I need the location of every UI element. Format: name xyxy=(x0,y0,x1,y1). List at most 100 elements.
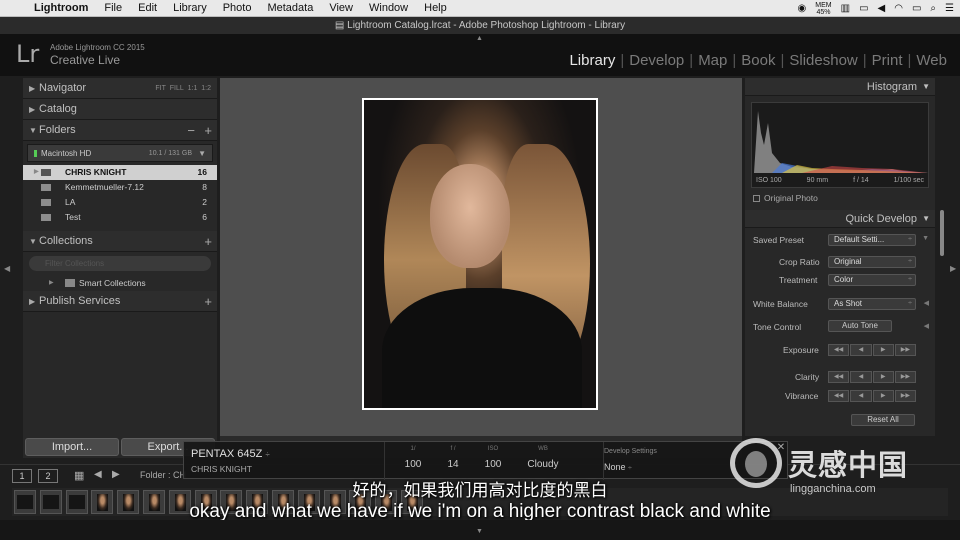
step-down[interactable]: ◀ xyxy=(850,390,872,402)
step-up[interactable]: ▶ xyxy=(872,344,894,356)
creative-cloud-icon[interactable]: ◉ xyxy=(798,3,807,14)
module-develop[interactable]: Develop xyxy=(624,52,689,69)
airplay-icon[interactable]: ▭ xyxy=(859,3,868,14)
search-icon[interactable]: ⌕ xyxy=(930,3,936,14)
saved-preset-select[interactable]: Default Setti... xyxy=(828,234,916,246)
hud-develop-value[interactable]: None ÷ xyxy=(604,462,632,472)
disclosure-icon[interactable]: ▶ xyxy=(49,275,54,291)
top-panel-toggle[interactable]: ▲ xyxy=(476,35,483,42)
step-up[interactable]: ▶ xyxy=(872,390,894,402)
histogram-exposure-info: ISO 100 90 mm f / 14 1/100 sec xyxy=(756,177,924,184)
expand-triangle-icon: ▼ xyxy=(29,237,37,246)
bottom-panel-toggle[interactable]: ▼ xyxy=(476,528,483,535)
step-down-large[interactable]: ◀◀ xyxy=(828,371,850,383)
hud-camera: PENTAX 645Z ÷ xyxy=(191,448,270,460)
module-print[interactable]: Print xyxy=(867,52,908,69)
menu-window[interactable]: Window xyxy=(361,2,416,14)
step-down-large[interactable]: ◀◀ xyxy=(828,390,850,402)
notification-center-icon[interactable]: ☰ xyxy=(945,3,954,14)
main-photo-frame[interactable] xyxy=(362,98,598,410)
collapse-triangle-icon: ▶ xyxy=(29,84,36,93)
white-balance-row: White Balance As Shot ◀ xyxy=(745,297,935,311)
menu-file[interactable]: File xyxy=(96,2,130,14)
histogram-focal: 90 mm xyxy=(806,177,829,184)
module-picker: Library | Develop | Map | Book | Slideshow | … xyxy=(564,52,952,69)
menu-metadata[interactable]: Metadata xyxy=(259,2,321,14)
collection-filter-input[interactable]: Filter Collections xyxy=(29,256,211,271)
step-up-large[interactable]: ▶▶ xyxy=(894,344,916,356)
menu-photo[interactable]: Photo xyxy=(215,2,260,14)
folder-item-la[interactable]: LA 2 xyxy=(23,195,217,210)
window-title: ▤ Lightroom Catalog.lrcat - Adobe Photos… xyxy=(0,17,960,34)
zoom-fit[interactable]: FIT xyxy=(155,85,166,92)
camera-info-hud: PENTAX 645Z ÷ CHRIS KNIGHT 1/100 f /14 I… xyxy=(183,441,788,480)
expand-left-icon[interactable]: ◀ xyxy=(924,322,929,330)
smart-collections-item[interactable]: ▶ Smart Collections xyxy=(23,275,217,291)
remove-folder-icon[interactable]: − xyxy=(187,120,195,141)
battery-icon[interactable]: ▭ xyxy=(912,3,921,14)
zoom-1-2[interactable]: 1:2 xyxy=(201,85,211,92)
step-down[interactable]: ◀ xyxy=(850,344,872,356)
menu-edit[interactable]: Edit xyxy=(130,2,165,14)
auto-tone-button[interactable]: Auto Tone xyxy=(828,320,892,332)
select-arrows-icon: ÷ xyxy=(628,465,632,472)
module-library[interactable]: Library xyxy=(564,52,620,69)
menu-library[interactable]: Library xyxy=(165,2,215,14)
left-panel-toggle[interactable]: ◀ xyxy=(4,264,10,273)
volume-icon[interactable]: ◀ xyxy=(878,3,886,14)
original-photo-checkbox[interactable]: Original Photo xyxy=(753,193,818,203)
module-web[interactable]: Web xyxy=(911,52,952,69)
wifi-icon[interactable]: ◠ xyxy=(894,3,903,14)
watermark-text: 灵感中国 xyxy=(788,448,909,482)
treatment-row: Treatment Color xyxy=(745,273,935,287)
folder-item-kemmetmueller[interactable]: Kemmetmueller-7.12 8 xyxy=(23,180,217,195)
menu-help[interactable]: Help xyxy=(416,2,455,14)
white-balance-select[interactable]: As Shot xyxy=(828,298,916,310)
folder-item-chris-knight[interactable]: ▶ CHRIS KNIGHT 16 xyxy=(23,165,217,180)
add-folder-icon[interactable]: + xyxy=(204,120,212,141)
folder-icon xyxy=(41,214,51,221)
activity-icon[interactable]: ▥ xyxy=(841,3,850,14)
disclosure-icon[interactable]: ▶ xyxy=(34,165,39,180)
module-map[interactable]: Map xyxy=(693,52,732,69)
folder-icon xyxy=(41,199,51,206)
histogram[interactable]: ISO 100 90 mm f / 14 1/100 sec xyxy=(751,102,929,188)
volume-status-led xyxy=(34,150,37,158)
right-panel-toggle[interactable]: ▶ xyxy=(950,264,956,273)
chevron-down-icon[interactable]: ▼ xyxy=(198,145,206,163)
module-slideshow[interactable]: Slideshow xyxy=(784,52,862,69)
menu-app[interactable]: Lightroom xyxy=(26,2,96,14)
add-publish-service-icon[interactable]: + xyxy=(204,291,212,312)
step-up[interactable]: ▶ xyxy=(872,371,894,383)
collections-header[interactable]: ▼ Collections + xyxy=(23,231,217,252)
folder-item-test[interactable]: Test 6 xyxy=(23,210,217,225)
select-arrows-icon[interactable]: ÷ xyxy=(265,450,269,459)
smart-collection-icon xyxy=(65,279,75,287)
zoom-1-1[interactable]: 1:1 xyxy=(188,85,198,92)
step-up-large[interactable]: ▶▶ xyxy=(894,390,916,402)
navigator-header[interactable]: ▶ Navigator FIT FILL 1:1 1:2 xyxy=(23,78,217,99)
memory-indicator[interactable]: MEM 45% xyxy=(815,2,831,16)
publish-services-header[interactable]: ▶ Publish Services + xyxy=(23,291,217,312)
zoom-fill[interactable]: FILL xyxy=(170,85,184,92)
add-collection-icon[interactable]: + xyxy=(204,231,212,252)
histogram-header[interactable]: Histogram ▼ xyxy=(745,78,935,96)
step-down[interactable]: ◀ xyxy=(850,371,872,383)
crop-ratio-select[interactable]: Original xyxy=(828,256,916,268)
right-panel-scrollbar[interactable] xyxy=(940,210,944,256)
import-button[interactable]: Import... xyxy=(25,438,119,456)
quick-develop-header[interactable]: Quick Develop ▼ xyxy=(745,210,935,228)
brand-text: Adobe Lightroom CC 2015 Creative Live xyxy=(50,43,145,67)
folders-header[interactable]: ▼ Folders − + xyxy=(23,120,217,141)
exposure-steppers: ◀◀ ◀ ▶ ▶▶ xyxy=(828,344,916,356)
module-book[interactable]: Book xyxy=(736,52,780,69)
expand-left-icon[interactable]: ◀ xyxy=(924,299,929,307)
collapse-triangle-icon[interactable]: ▼ xyxy=(922,235,929,242)
step-up-large[interactable]: ▶▶ xyxy=(894,371,916,383)
menu-view[interactable]: View xyxy=(321,2,361,14)
volume-macintosh-hd[interactable]: Macintosh HD 10.1 / 131 GB ▼ xyxy=(27,144,213,162)
treatment-select[interactable]: Color xyxy=(828,274,916,286)
reset-all-button[interactable]: Reset All xyxy=(851,414,915,426)
step-down-large[interactable]: ◀◀ xyxy=(828,344,850,356)
catalog-header[interactable]: ▶ Catalog xyxy=(23,99,217,120)
